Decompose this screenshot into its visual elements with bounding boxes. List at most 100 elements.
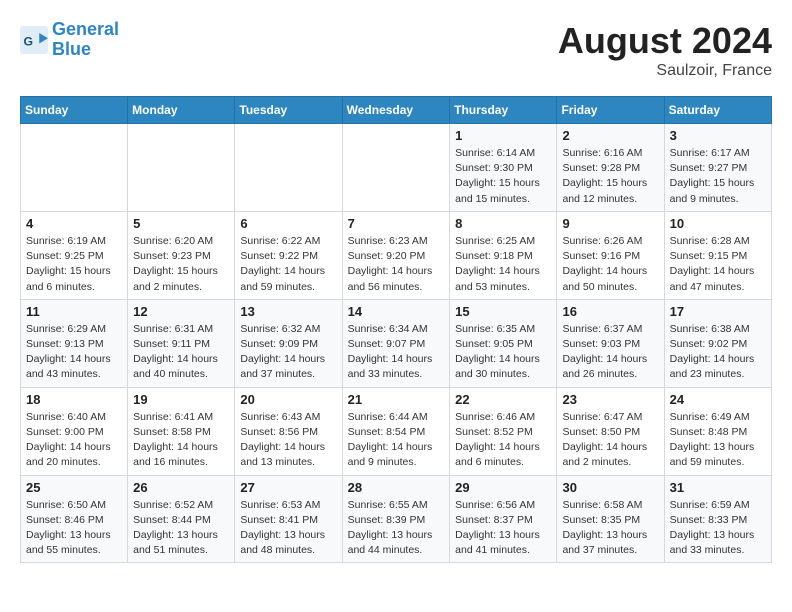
calendar-cell: 24 Sunrise: 6:49 AM Sunset: 8:48 PM Dayli… — [664, 387, 771, 475]
day-info: Sunrise: 6:43 AM Sunset: 8:56 PM Dayligh… — [240, 410, 336, 471]
day-number: 31 — [670, 480, 766, 495]
calendar-cell: 12 Sunrise: 6:31 AM Sunset: 9:11 PM Dayli… — [128, 299, 235, 387]
day-info: Sunrise: 6:47 AM Sunset: 8:50 PM Dayligh… — [562, 410, 658, 471]
calendar-cell: 3Sunrise: 6:17 AM Sunset: 9:27 PM Daylig… — [664, 124, 771, 212]
calendar-week-row: 1Sunrise: 6:14 AM Sunset: 9:30 PM Daylig… — [21, 124, 772, 212]
calendar-cell: 23 Sunrise: 6:47 AM Sunset: 8:50 PM Dayli… — [557, 387, 664, 475]
day-info: Sunrise: 6:55 AM Sunset: 8:39 PM Dayligh… — [348, 498, 445, 559]
day-number: 22 — [455, 392, 551, 407]
calendar-week-row: 25 Sunrise: 6:50 AM Sunset: 8:46 PM Dayli… — [21, 475, 772, 563]
calendar-cell — [21, 124, 128, 212]
weekday-header-cell: Friday — [557, 97, 664, 124]
day-number: 26 — [133, 480, 229, 495]
logo: G General Blue — [20, 20, 119, 60]
day-number: 8 — [455, 216, 551, 231]
day-number: 27 — [240, 480, 336, 495]
calendar-cell: 21 Sunrise: 6:44 AM Sunset: 8:54 PM Dayli… — [342, 387, 450, 475]
day-info: Sunrise: 6:29 AM Sunset: 9:13 PM Dayligh… — [26, 322, 122, 383]
weekday-header-cell: Thursday — [450, 97, 557, 124]
calendar-cell: 11 Sunrise: 6:29 AM Sunset: 9:13 PM Dayli… — [21, 299, 128, 387]
day-info: Sunrise: 6:38 AM Sunset: 9:02 PM Dayligh… — [670, 322, 766, 383]
day-number: 17 — [670, 304, 766, 319]
day-info: Sunrise: 6:31 AM Sunset: 9:11 PM Dayligh… — [133, 322, 229, 383]
day-info: Sunrise: 6:20 AM Sunset: 9:23 PM Dayligh… — [133, 234, 229, 295]
calendar-cell: 14Sunrise: 6:34 AM Sunset: 9:07 PM Dayli… — [342, 299, 450, 387]
day-number: 18 — [26, 392, 122, 407]
day-number: 21 — [348, 392, 445, 407]
day-info: Sunrise: 6:49 AM Sunset: 8:48 PM Dayligh… — [670, 410, 766, 471]
calendar-cell: 27 Sunrise: 6:53 AM Sunset: 8:41 PM Dayli… — [235, 475, 342, 563]
day-number: 29 — [455, 480, 551, 495]
logo-text: General Blue — [52, 20, 119, 60]
day-info: Sunrise: 6:26 AM Sunset: 9:16 PM Dayligh… — [562, 234, 658, 295]
location: Saulzoir, France — [558, 62, 772, 80]
calendar-cell: 8 Sunrise: 6:25 AM Sunset: 9:18 PM Daylig… — [450, 211, 557, 299]
weekday-header-cell: Monday — [128, 97, 235, 124]
month-title: August 2024 — [558, 20, 772, 62]
calendar-cell: 22 Sunrise: 6:46 AM Sunset: 8:52 PM Dayli… — [450, 387, 557, 475]
day-number: 13 — [240, 304, 336, 319]
day-info: Sunrise: 6:37 AM Sunset: 9:03 PM Dayligh… — [562, 322, 658, 383]
day-info: Sunrise: 6:34 AM Sunset: 9:07 PM Dayligh… — [348, 322, 445, 383]
day-number: 25 — [26, 480, 122, 495]
calendar-cell — [342, 124, 450, 212]
day-info: Sunrise: 6:40 AM Sunset: 9:00 PM Dayligh… — [26, 410, 122, 471]
calendar-cell: 5Sunrise: 6:20 AM Sunset: 9:23 PM Daylig… — [128, 211, 235, 299]
day-number: 4 — [26, 216, 122, 231]
day-info: Sunrise: 6:46 AM Sunset: 8:52 PM Dayligh… — [455, 410, 551, 471]
logo-line1: General — [52, 19, 119, 39]
day-info: Sunrise: 6:28 AM Sunset: 9:15 PM Dayligh… — [670, 234, 766, 295]
calendar-cell: 16 Sunrise: 6:37 AM Sunset: 9:03 PM Dayli… — [557, 299, 664, 387]
title-block: August 2024 Saulzoir, France — [558, 20, 772, 80]
calendar-cell: 1Sunrise: 6:14 AM Sunset: 9:30 PM Daylig… — [450, 124, 557, 212]
day-number: 2 — [562, 128, 658, 143]
calendar-cell: 19Sunrise: 6:41 AM Sunset: 8:58 PM Dayli… — [128, 387, 235, 475]
day-info: Sunrise: 6:44 AM Sunset: 8:54 PM Dayligh… — [348, 410, 445, 471]
calendar-cell: 17 Sunrise: 6:38 AM Sunset: 9:02 PM Dayli… — [664, 299, 771, 387]
calendar-cell: 25 Sunrise: 6:50 AM Sunset: 8:46 PM Dayli… — [21, 475, 128, 563]
day-info: Sunrise: 6:32 AM Sunset: 9:09 PM Dayligh… — [240, 322, 336, 383]
day-number: 11 — [26, 304, 122, 319]
weekday-header-cell: Saturday — [664, 97, 771, 124]
day-number: 16 — [562, 304, 658, 319]
day-info: Sunrise: 6:25 AM Sunset: 9:18 PM Dayligh… — [455, 234, 551, 295]
day-number: 24 — [670, 392, 766, 407]
day-number: 6 — [240, 216, 336, 231]
calendar-cell: 15 Sunrise: 6:35 AM Sunset: 9:05 PM Dayli… — [450, 299, 557, 387]
calendar-cell: 6 Sunrise: 6:22 AM Sunset: 9:22 PM Daylig… — [235, 211, 342, 299]
weekday-header-cell: Sunday — [21, 97, 128, 124]
day-info: Sunrise: 6:53 AM Sunset: 8:41 PM Dayligh… — [240, 498, 336, 559]
svg-text:G: G — [24, 34, 34, 48]
calendar-week-row: 11 Sunrise: 6:29 AM Sunset: 9:13 PM Dayli… — [21, 299, 772, 387]
day-info: Sunrise: 6:59 AM Sunset: 8:33 PM Dayligh… — [670, 498, 766, 559]
day-info: Sunrise: 6:35 AM Sunset: 9:05 PM Dayligh… — [455, 322, 551, 383]
day-info: Sunrise: 6:41 AM Sunset: 8:58 PM Dayligh… — [133, 410, 229, 471]
day-info: Sunrise: 6:50 AM Sunset: 8:46 PM Dayligh… — [26, 498, 122, 559]
calendar-cell: 31 Sunrise: 6:59 AM Sunset: 8:33 PM Dayli… — [664, 475, 771, 563]
logo-line2: Blue — [52, 39, 91, 59]
day-info: Sunrise: 6:52 AM Sunset: 8:44 PM Dayligh… — [133, 498, 229, 559]
day-info: Sunrise: 6:22 AM Sunset: 9:22 PM Dayligh… — [240, 234, 336, 295]
day-info: Sunrise: 6:23 AM Sunset: 9:20 PM Dayligh… — [348, 234, 445, 295]
calendar-cell: 9Sunrise: 6:26 AM Sunset: 9:16 PM Daylig… — [557, 211, 664, 299]
day-number: 20 — [240, 392, 336, 407]
day-number: 1 — [455, 128, 551, 143]
day-number: 12 — [133, 304, 229, 319]
day-info: Sunrise: 6:56 AM Sunset: 8:37 PM Dayligh… — [455, 498, 551, 559]
day-number: 15 — [455, 304, 551, 319]
day-number: 23 — [562, 392, 658, 407]
calendar-cell: 7 Sunrise: 6:23 AM Sunset: 9:20 PM Daylig… — [342, 211, 450, 299]
calendar-cell: 20 Sunrise: 6:43 AM Sunset: 8:56 PM Dayli… — [235, 387, 342, 475]
day-info: Sunrise: 6:58 AM Sunset: 8:35 PM Dayligh… — [562, 498, 658, 559]
calendar-cell: 10Sunrise: 6:28 AM Sunset: 9:15 PM Dayli… — [664, 211, 771, 299]
day-number: 7 — [348, 216, 445, 231]
calendar-cell — [235, 124, 342, 212]
day-number: 3 — [670, 128, 766, 143]
weekday-header-row: SundayMondayTuesdayWednesdayThursdayFrid… — [21, 97, 772, 124]
calendar-table: SundayMondayTuesdayWednesdayThursdayFrid… — [20, 96, 772, 563]
calendar-cell: 2 Sunrise: 6:16 AM Sunset: 9:28 PM Daylig… — [557, 124, 664, 212]
calendar-week-row: 4Sunrise: 6:19 AM Sunset: 9:25 PM Daylig… — [21, 211, 772, 299]
day-info: Sunrise: 6:16 AM Sunset: 9:28 PM Dayligh… — [562, 146, 658, 207]
calendar-cell: 29 Sunrise: 6:56 AM Sunset: 8:37 PM Dayli… — [450, 475, 557, 563]
weekday-header-cell: Tuesday — [235, 97, 342, 124]
